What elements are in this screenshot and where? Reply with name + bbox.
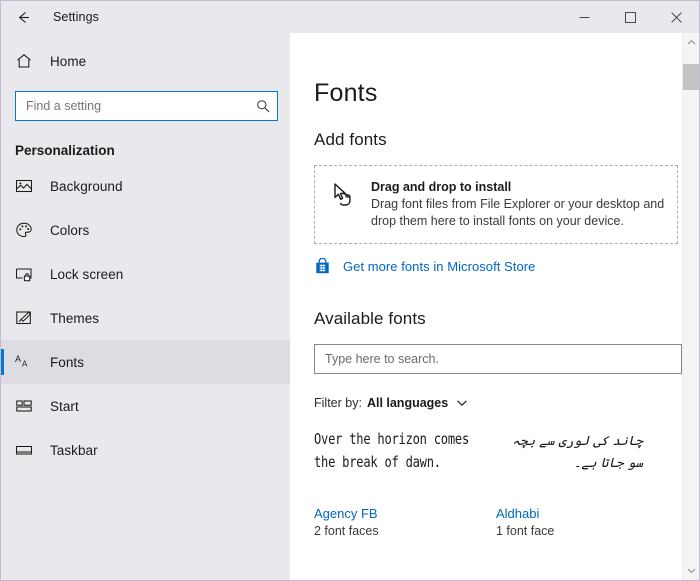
sidebar-item-label: Fonts [50, 354, 85, 370]
font-dropzone[interactable]: Drag and drop to install Drag font files… [314, 165, 678, 244]
sidebar-item-lock-screen[interactable]: Lock screen [1, 252, 290, 296]
dropzone-description: Drag font files from File Explorer or yo… [371, 197, 665, 228]
maximize-icon [624, 11, 636, 23]
add-fonts-heading: Add fonts [314, 130, 387, 149]
sidebar-item-label: Taskbar [50, 442, 98, 458]
font-preview: Over the horizon comes the break of dawn… [314, 428, 496, 504]
filter-selected-value: All languages [366, 396, 449, 410]
chevron-down-icon [456, 397, 468, 409]
font-list: Over the horizon comes the break of dawn… [314, 428, 699, 538]
title-bar: Settings [1, 1, 699, 33]
back-arrow-icon [18, 11, 29, 23]
scroll-down-button[interactable] [683, 561, 700, 580]
sidebar-item-label: Start [50, 398, 79, 414]
font-card[interactable]: Over the horizon comes the break of dawn… [314, 428, 496, 538]
settings-window: Settings Home Find a setting Personaliza… [0, 0, 700, 581]
taskbar-icon [15, 440, 41, 460]
chevron-up-icon [687, 39, 695, 45]
chevron-down-icon [687, 568, 695, 574]
sidebar-item-label: Themes [50, 310, 100, 326]
sidebar-item-taskbar[interactable]: Taskbar [1, 428, 290, 472]
sidebar-item-start[interactable]: Start [1, 384, 290, 428]
settings-search-box[interactable] [15, 91, 278, 121]
lock-screen-icon [15, 264, 41, 284]
store-link-label: Get more fonts in Microsoft Store [343, 259, 536, 274]
search-input[interactable] [26, 99, 256, 113]
font-aa-icon: A A [15, 352, 41, 372]
home-icon [15, 51, 41, 71]
dropzone-texts: Drag and drop to install Drag font files… [371, 180, 665, 229]
content-scrollbar[interactable] [682, 33, 699, 580]
sidebar-item-background[interactable]: Background [1, 164, 290, 208]
font-search-input[interactable] [325, 352, 671, 366]
search-icon[interactable] [256, 99, 270, 113]
font-card[interactable]: چاند کی لوری سے بچہ سو جاتا ہے۔ Aldhabi … [496, 428, 678, 538]
sidebar-item-themes[interactable]: Themes [1, 296, 290, 340]
maximize-button[interactable] [607, 1, 653, 33]
font-name: Aldhabi [496, 506, 540, 521]
drag-drop-cursor-icon [331, 181, 367, 216]
page-title: Fonts [314, 79, 378, 107]
brush-icon [15, 308, 41, 328]
sidebar-item-label: Lock screen [50, 266, 124, 282]
dropzone-title: Drag and drop to install [371, 180, 512, 194]
font-preview: چاند کی لوری سے بچہ سو جاتا ہے۔ [496, 428, 678, 504]
close-button[interactable] [653, 1, 699, 33]
sidebar-section-header: Personalization [15, 143, 115, 158]
sidebar-item-fonts[interactable]: A A Fonts [1, 340, 290, 384]
get-more-fonts-link[interactable]: Get more fonts in Microsoft Store [314, 258, 535, 275]
back-button[interactable] [1, 1, 45, 33]
svg-text:A: A [15, 354, 21, 364]
sidebar: Home Personalization [1, 33, 290, 580]
minimize-button[interactable] [561, 1, 607, 33]
sidebar-item-label: Background [50, 178, 123, 194]
scrollbar-thumb[interactable] [682, 64, 699, 90]
palette-icon [15, 220, 41, 240]
font-preview-text: Over the horizon comes the break of dawn… [314, 430, 469, 471]
content-pane: Fonts Add fonts Drag and drop to install… [290, 33, 699, 580]
sidebar-item-home[interactable]: Home [1, 39, 290, 83]
font-face-count: 2 font faces [314, 524, 379, 538]
font-face-count: 1 font face [496, 524, 555, 538]
filter-row: Filter by: All languages [314, 396, 699, 410]
available-fonts-heading: Available fonts [314, 309, 426, 328]
sidebar-item-label: Home [50, 53, 87, 69]
close-icon [670, 11, 682, 23]
language-filter-dropdown[interactable]: All languages [367, 396, 468, 410]
body-split: Home Personalization [1, 33, 699, 580]
scrollbar-track[interactable] [682, 52, 699, 561]
svg-text:A: A [22, 360, 28, 369]
font-search-box[interactable] [314, 344, 682, 374]
start-tiles-icon [15, 396, 41, 416]
sidebar-item-label: Colors [50, 222, 90, 238]
font-name: Agency FB [314, 506, 378, 521]
scroll-up-button[interactable] [683, 33, 700, 52]
font-preview-text: چاند کی لوری سے بچہ سو جاتا ہے۔ [512, 434, 643, 471]
filter-label: Filter by: [314, 396, 362, 410]
picture-icon [15, 176, 41, 196]
minimize-icon [579, 16, 589, 18]
microsoft-store-icon [314, 258, 334, 275]
sidebar-item-colors[interactable]: Colors [1, 208, 290, 252]
app-title: Settings [53, 10, 99, 24]
